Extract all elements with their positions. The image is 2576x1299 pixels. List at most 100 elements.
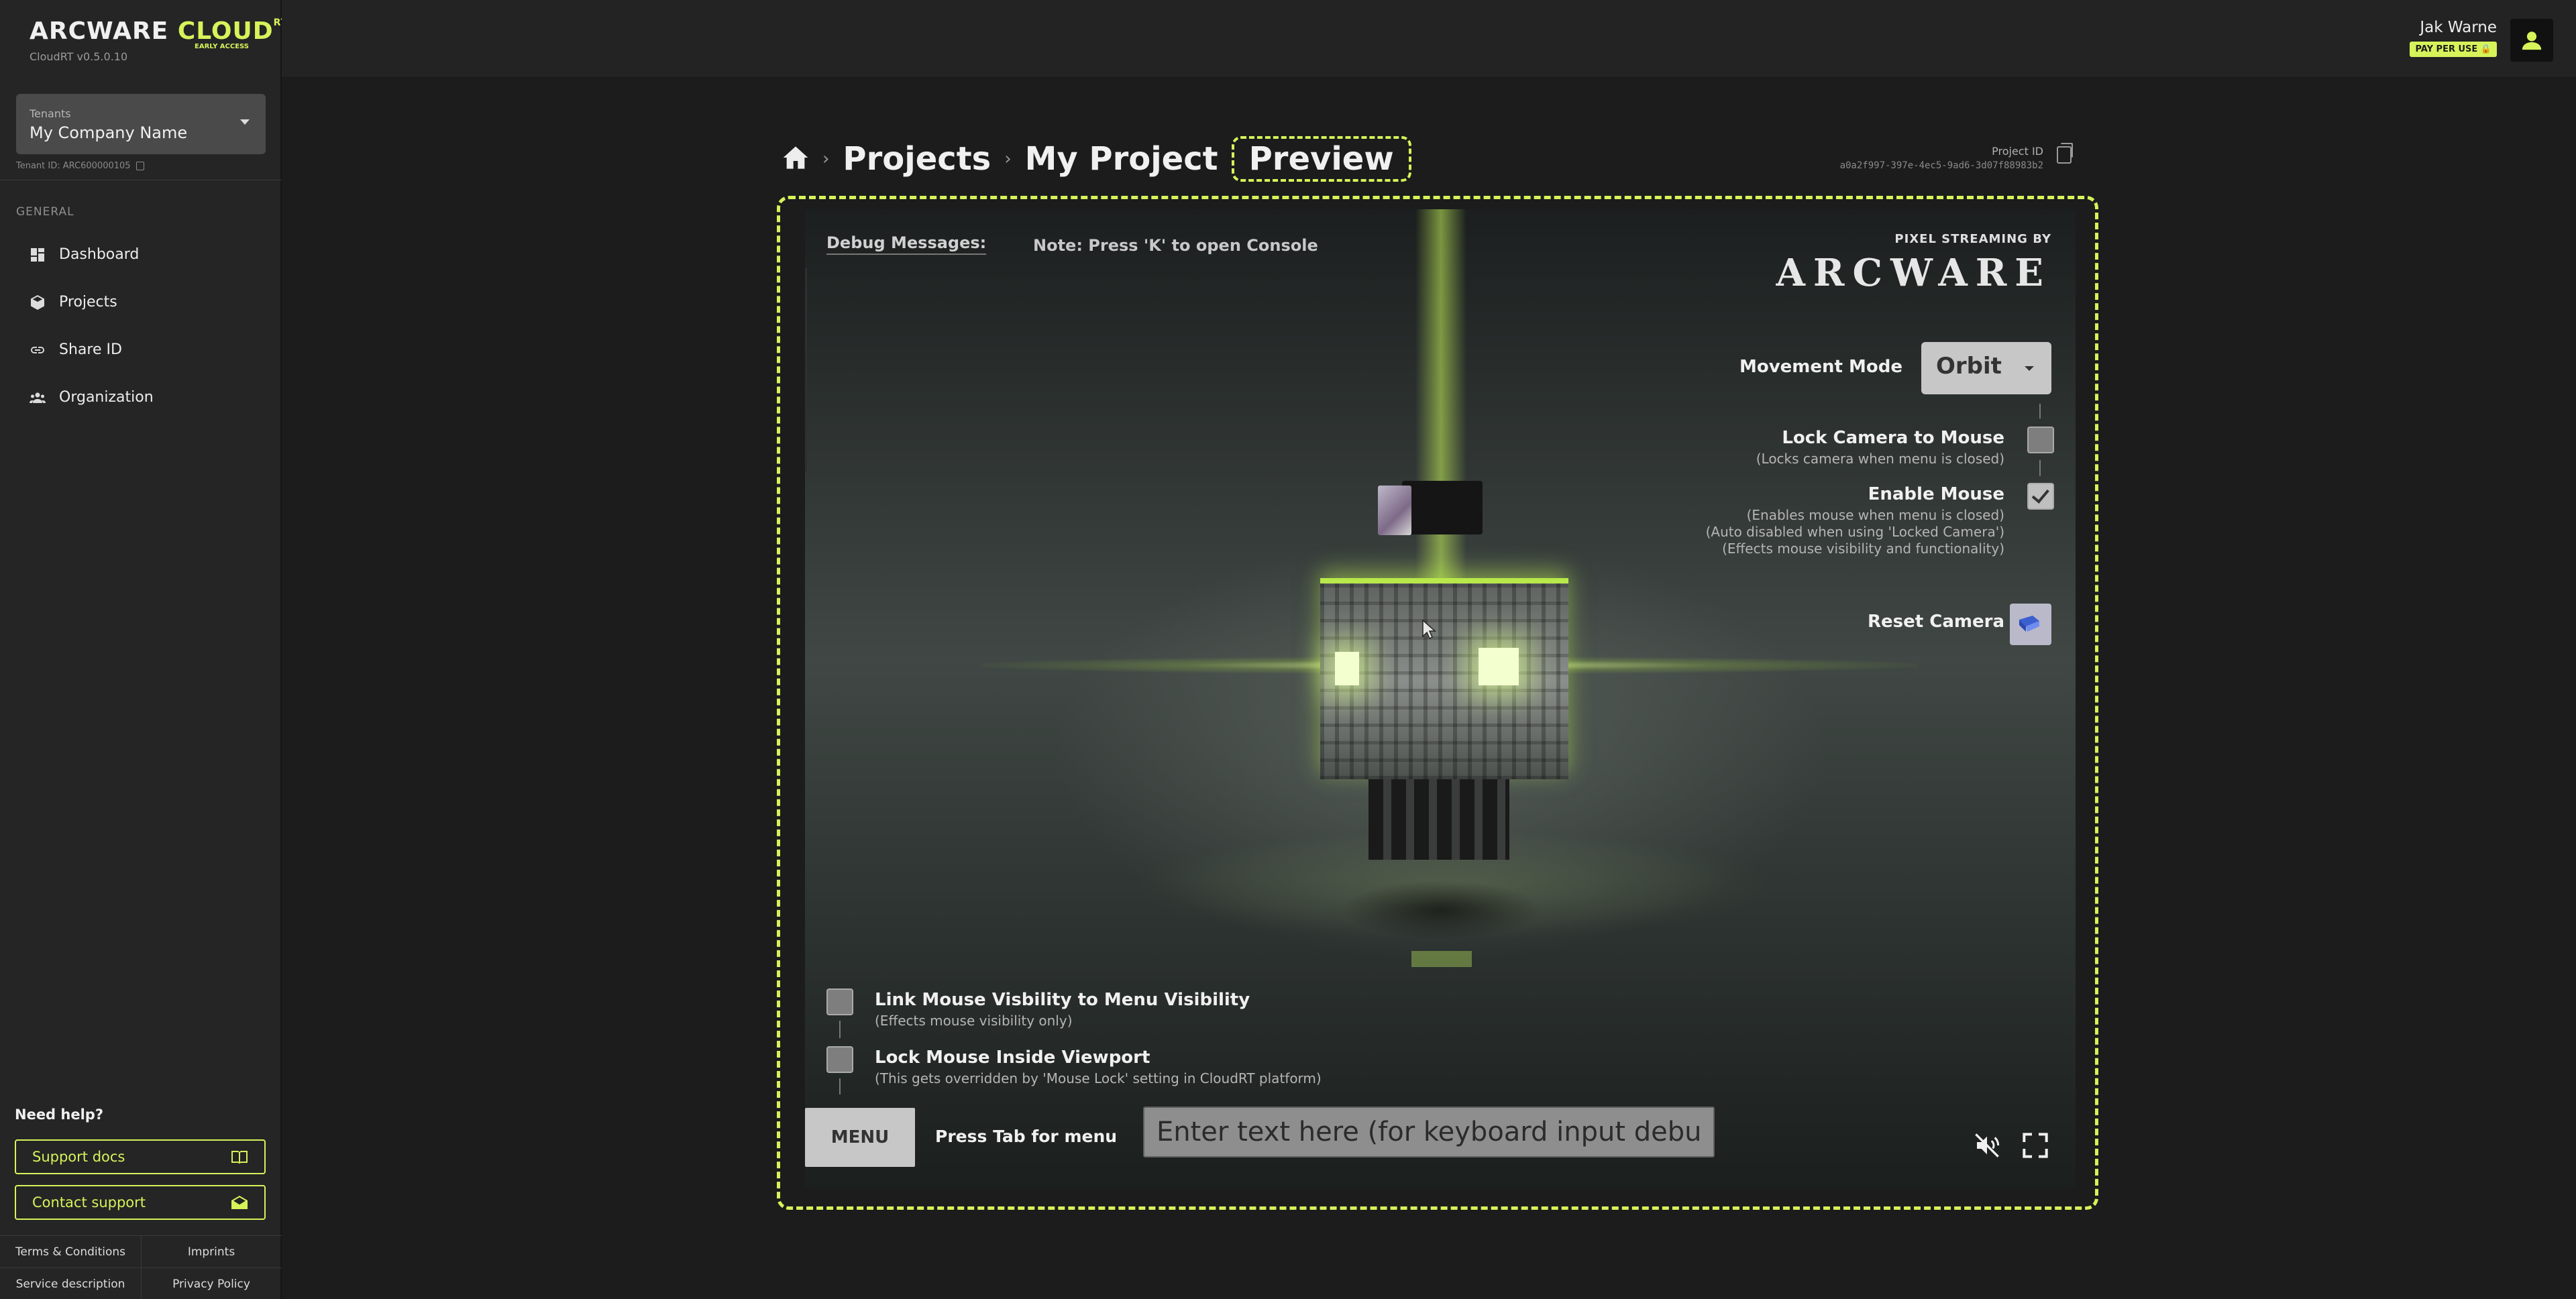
enable-mouse-label: Enable Mouse [1868, 484, 2004, 504]
scene-cube-top [1402, 481, 1483, 534]
sidebar-item-label: Organization [59, 389, 154, 406]
breadcrumb: › Projects › My Project Preview [782, 136, 1411, 182]
enable-mouse-desc: (Enables mouse when menu is closed) [1746, 507, 2004, 523]
privacy-policy-link[interactable]: Privacy Policy [141, 1268, 282, 1299]
enable-mouse-desc: (Auto disabled when using 'Locked Camera… [1705, 524, 2004, 540]
reset-camera-button[interactable] [2010, 604, 2051, 645]
support-docs-label: Support docs [32, 1149, 125, 1165]
lock-camera-label: Lock Camera to Mouse [1782, 428, 2004, 448]
menu-button[interactable]: MENU [805, 1108, 915, 1167]
sidebar-section-label: GENERAL [16, 205, 74, 219]
sidebar-item-label: Dashboard [59, 246, 140, 263]
tenant-select[interactable]: Tenants My Company Name [16, 94, 266, 154]
breadcrumb-current: Preview [1231, 136, 1411, 182]
debug-console-note: Note: Press 'K' to open Console [1033, 236, 1318, 255]
help-title: Need help? [15, 1107, 104, 1123]
stream-viewport[interactable]: Debug Messages: Note: Press 'K' to open … [805, 209, 2076, 1188]
debug-messages-label: Debug Messages: [826, 233, 987, 255]
people-icon [30, 392, 46, 403]
sidebar-item-projects[interactable]: Projects [0, 278, 282, 326]
scene-shadow [1340, 880, 1542, 940]
option-connector [839, 1021, 841, 1038]
tenant-select-value: My Company Name [30, 123, 188, 142]
pixel-streaming-label: PIXEL STREAMING BY [1894, 232, 2051, 246]
enable-mouse-desc: (Effects mouse visibility and functional… [1722, 541, 2004, 557]
copy-icon[interactable] [136, 162, 144, 170]
link-icon [31, 346, 44, 353]
chevron-down-icon [240, 119, 250, 125]
scene-cube-light [1335, 652, 1359, 685]
breadcrumb-separator: › [1004, 149, 1012, 169]
lock-camera-desc: (Locks camera when menu is closed) [1756, 451, 2004, 467]
user-icon [2522, 32, 2542, 50]
scene-cube-legs [1368, 779, 1509, 860]
top-bar: Jak Warne PAY PER USE 🔒 [282, 0, 2576, 78]
terms-link[interactable]: Terms & Conditions [0, 1236, 141, 1268]
arcware-logo: ARCWARE [1776, 251, 2051, 295]
service-description-link[interactable]: Service description [0, 1268, 141, 1299]
mute-icon[interactable] [1974, 1132, 2000, 1159]
debug-messages-panel [805, 268, 807, 472]
fullscreen-icon[interactable] [2022, 1132, 2049, 1159]
cube-icon [31, 294, 44, 310]
scene-floor-glow [1411, 951, 1472, 967]
brand-wordmark: ARCWARE CLOUDRT [30, 17, 288, 45]
movement-mode-label: Movement Mode [1739, 357, 1902, 377]
book-icon [231, 1151, 248, 1164]
footer-links: Terms & Conditions Imprints Service desc… [0, 1235, 282, 1299]
footer-divider [0, 1267, 282, 1268]
link-mouse-visibility-label: Link Mouse Visbility to Menu Visibility [875, 990, 1250, 1010]
tab-menu-hint: Press Tab for menu [935, 1127, 1118, 1146]
option-connector [2039, 404, 2041, 418]
keyboard-debug-input[interactable] [1143, 1107, 1715, 1157]
copy-icon[interactable] [2057, 143, 2073, 164]
dashboard-icon [31, 247, 44, 262]
option-connector [2039, 460, 2041, 476]
breadcrumb-projects[interactable]: Projects [843, 140, 991, 178]
avatar[interactable] [2510, 19, 2553, 62]
contact-support-button[interactable]: Contact support [15, 1185, 266, 1220]
movement-mode-value: Orbit [1936, 353, 2002, 380]
mail-icon [231, 1196, 248, 1209]
imprints-link[interactable]: Imprints [141, 1236, 282, 1268]
plan-badge: PAY PER USE 🔒 [2410, 42, 2497, 57]
project-id-label: Project ID [1992, 145, 2043, 158]
sidebar-item-organization[interactable]: Organization [0, 374, 282, 421]
brand-logo[interactable]: ARCWARE CLOUDRT EARLY ACCESS CloudRT v0.… [30, 17, 288, 63]
tenant-id-text: Tenant ID: ARC600000105 [16, 161, 131, 171]
project-id: Project ID a0a2f997-397e-4ec5-9ad6-3d07f… [1840, 145, 2043, 171]
project-id-value: a0a2f997-397e-4ec5-9ad6-3d07f88983b2 [1839, 160, 2043, 171]
tenant-id: Tenant ID: ARC600000105 [16, 161, 144, 171]
scene-cube-light [1479, 648, 1519, 685]
sidebar: ARCWARE CLOUDRT EARLY ACCESS CloudRT v0.… [0, 0, 287, 1299]
breadcrumb-separator: › [822, 149, 830, 169]
camera-icon [2019, 616, 2039, 632]
sidebar-item-label: Projects [59, 294, 117, 310]
sidebar-item-share-id[interactable]: Share ID [0, 326, 282, 374]
support-docs-button[interactable]: Support docs [15, 1139, 266, 1174]
lock-mouse-viewport-desc: (This gets overridden by 'Mouse Lock' se… [875, 1070, 1322, 1086]
sidebar-item-label: Share ID [59, 341, 122, 358]
sidebar-nav: Dashboard Projects Share ID Organization [0, 231, 282, 421]
breadcrumb-my-project[interactable]: My Project [1025, 140, 1218, 178]
lock-camera-checkbox[interactable] [2027, 427, 2054, 453]
option-connector [839, 1078, 841, 1094]
early-access-label: EARLY ACCESS [195, 43, 250, 50]
lock-mouse-viewport-label: Lock Mouse Inside Viewport [875, 1048, 1150, 1068]
chevron-down-icon [2025, 366, 2034, 371]
user-name: Jak Warne [2420, 19, 2497, 36]
app-version: CloudRT v0.5.0.10 [30, 50, 128, 63]
scene-cube-tag [1378, 486, 1411, 535]
movement-mode-select[interactable]: Orbit [1921, 342, 2051, 394]
link-mouse-visibility-desc: (Effects mouse visibility only) [875, 1013, 1073, 1029]
mouse-cursor-icon [1422, 620, 1436, 640]
link-mouse-visibility-checkbox[interactable] [826, 989, 853, 1015]
home-icon [783, 146, 808, 169]
sidebar-item-dashboard[interactable]: Dashboard [0, 231, 282, 278]
tenant-select-label: Tenants [30, 107, 71, 120]
breadcrumb-home[interactable] [782, 144, 809, 174]
enable-mouse-checkbox[interactable] [2027, 483, 2054, 510]
reset-camera-label: Reset Camera [1868, 612, 2004, 632]
contact-support-label: Contact support [32, 1194, 146, 1210]
lock-mouse-viewport-checkbox[interactable] [826, 1046, 853, 1073]
